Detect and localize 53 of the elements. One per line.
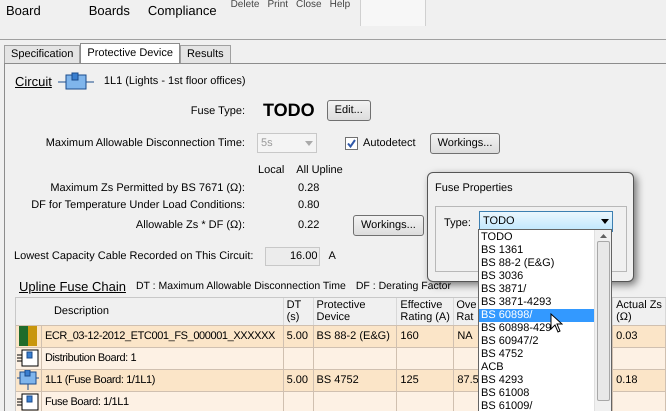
upline-fuse-chain-title: Upline Fuse Chain <box>19 278 126 296</box>
mouse-cursor-icon <box>550 313 563 333</box>
circuit-name: 1L1 (Lights - 1st floor offices) <box>104 74 246 90</box>
value-cell-text: 0.28 <box>298 180 320 196</box>
toolbar-label[interactable]: Delete <box>230 0 260 10</box>
scroll-up-arrow-icon <box>600 234 606 238</box>
dropdown-option[interactable]: BS 3036 <box>479 270 594 283</box>
dropdown-option[interactable]: BS 4752 <box>479 348 594 361</box>
autodetect-label: Autodetect <box>363 136 416 151</box>
tab[interactable]: Specification <box>4 45 80 63</box>
tab[interactable]: Protective Device <box>80 43 180 63</box>
workings-button[interactable]: Workings... <box>353 214 424 236</box>
legend-text: DT : Maximum Allowable Disconnection Time <box>136 279 346 294</box>
value-cell-text: 0.80 <box>298 198 320 214</box>
column-heading: Local <box>258 163 284 178</box>
fuse-icon <box>58 72 94 90</box>
toolbar-label[interactable]: Close <box>296 0 322 10</box>
tab[interactable]: Results <box>180 45 231 63</box>
dropdown-option[interactable]: BS 3871/ <box>479 283 594 296</box>
toolbar-label[interactable]: Help <box>330 0 350 10</box>
value-label: Allowable Zs * DF (Ω): <box>134 218 245 234</box>
value-label: DF for Temperature Under Load Conditions: <box>30 198 245 214</box>
lowest-capacity-label: Lowest Capacity Cable Recorded on This Circuit: <box>14 249 254 264</box>
dropdown-arrow-icon <box>305 140 313 146</box>
board-icon <box>17 349 40 368</box>
value-label: Maximum Zs Permitted by BS 7671 (Ω): <box>49 180 245 196</box>
dropdown-option[interactable]: BS 88-2 (E&G) <box>479 257 594 270</box>
scrollbar[interactable] <box>594 230 611 411</box>
toolbar-label[interactable]: Boards <box>88 1 130 20</box>
table-cell: Fuse Board: 1/1L1 <box>42 392 284 411</box>
scrollbar-thumb[interactable] <box>596 241 610 401</box>
dropdown-option[interactable]: BS 1361 <box>479 244 594 257</box>
value-cell-text: 0.22 <box>298 218 320 234</box>
circuit-link[interactable]: Circuit <box>15 72 52 92</box>
source-bar-icon <box>17 326 40 346</box>
dropdown-option[interactable]: TODO <box>479 231 594 244</box>
column-heading: All Upline <box>296 163 343 178</box>
fuse-icon <box>17 370 40 390</box>
fuse-type-value: TODO <box>263 99 315 122</box>
board-icon <box>17 393 40 411</box>
fuse-type-label: Fuse Type: <box>190 104 245 119</box>
dropdown-option[interactable]: BS 61009/ <box>479 400 594 411</box>
toolbar-label[interactable]: Board <box>6 1 41 20</box>
toolbar-label[interactable]: Compliance <box>148 1 217 20</box>
legend-text: DF : Derating Factor <box>356 279 451 294</box>
dropdown-arrow-icon <box>601 219 609 224</box>
disconnection-time-label: Maximum Allowable Disconnection Time: <box>44 136 245 151</box>
unit-label: A <box>328 249 336 264</box>
edit-button[interactable]: Edit... <box>326 100 371 122</box>
lowest-capacity-field: 16.00 <box>265 247 320 266</box>
toolbar-label[interactable]: Print <box>267 0 288 10</box>
type-label: Type: <box>444 216 471 231</box>
dialog-title: Fuse Properties <box>435 181 513 196</box>
